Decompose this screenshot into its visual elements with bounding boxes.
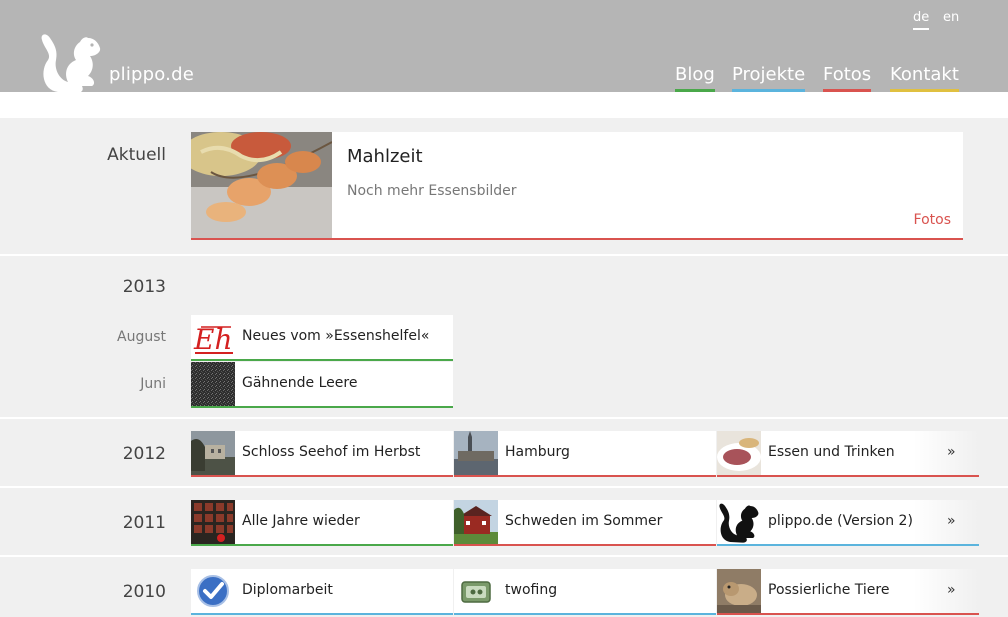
entry-label[interactable]: Schloss Seehof im Herbst — [242, 444, 420, 460]
entry-label[interactable]: Possierliche Tiere — [768, 582, 889, 598]
featured-card[interactable]: Mahlzeit Noch mehr Essensbilder Fotos — [191, 132, 963, 240]
castle-photo-thumbnail — [191, 431, 235, 475]
year-2013: 2013 — [122, 277, 166, 297]
more-2011-link[interactable]: » — [947, 513, 956, 529]
nav-projekte[interactable]: Projekte — [732, 64, 806, 92]
entry-possierliche-tiere[interactable]: Possierliche Tiere — [717, 569, 979, 615]
advent-calendar-thumbnail — [191, 500, 235, 544]
entry-twofing[interactable]: twofing — [454, 569, 716, 615]
entry-label[interactable]: Alle Jahre wieder — [242, 513, 360, 529]
section-divider — [0, 417, 1008, 419]
entry-essen-und-trinken[interactable]: Essen und Trinken — [717, 431, 979, 477]
more-2010-link[interactable]: » — [947, 582, 956, 598]
entry-label[interactable]: Essen und Trinken — [768, 444, 895, 460]
entry-label[interactable]: twofing — [505, 582, 557, 598]
entry-label[interactable]: Diplomarbeit — [242, 582, 333, 598]
eh-logo-icon: Eh — [191, 315, 235, 359]
featured-subtitle: Noch mehr Essensbilder — [347, 183, 517, 199]
entry-essenshelfel[interactable]: Eh Neues vom »Essenshelfel« — [191, 315, 453, 361]
entry-plippo-version-2[interactable]: plippo.de (Version 2) — [717, 500, 979, 546]
year-2010: 2010 — [122, 582, 166, 602]
language-en-link[interactable]: en — [943, 10, 959, 28]
month-juni: Juni — [140, 376, 166, 392]
touchpad-icon — [454, 569, 498, 613]
squirrel-icon — [717, 500, 761, 544]
entry-label[interactable]: plippo.de (Version 2) — [768, 513, 913, 529]
featured-category[interactable]: Fotos — [914, 212, 951, 228]
svg-text:Eh: Eh — [193, 323, 232, 356]
month-august: August — [117, 329, 166, 345]
entry-label[interactable]: Neues vom »Essenshelfel« — [242, 328, 429, 344]
entry-hamburg[interactable]: Hamburg — [454, 431, 716, 477]
section-divider — [0, 555, 1008, 557]
current-heading: Aktuell — [107, 145, 166, 165]
entry-diplomarbeit[interactable]: Diplomarbeit — [191, 569, 453, 615]
section-divider — [0, 254, 1008, 256]
nav-kontakt[interactable]: Kontakt — [890, 64, 959, 92]
year-2011: 2011 — [122, 513, 166, 533]
hamburg-photo-thumbnail — [454, 431, 498, 475]
animal-photo-thumbnail — [717, 569, 761, 613]
sweden-house-thumbnail — [454, 500, 498, 544]
food-photo-thumbnail — [717, 431, 761, 475]
entry-schloss-seehof[interactable]: Schloss Seehof im Herbst — [191, 431, 453, 477]
language-de-link[interactable]: de — [913, 10, 930, 30]
noise-thumbnail — [191, 362, 235, 406]
nav-fotos[interactable]: Fotos — [823, 64, 872, 92]
skewer-photo-thumbnail[interactable] — [191, 132, 332, 238]
nav-blog[interactable]: Blog — [675, 64, 715, 92]
entry-alle-jahre-wieder[interactable]: Alle Jahre wieder — [191, 500, 453, 546]
header-divider — [0, 92, 1008, 118]
entry-label[interactable]: Hamburg — [505, 444, 570, 460]
entry-label[interactable]: Schweden im Sommer — [505, 513, 662, 529]
year-2012: 2012 — [122, 444, 166, 464]
entry-schweden-im-sommer[interactable]: Schweden im Sommer — [454, 500, 716, 546]
site-header: plippo.de de en Blog Projekte Fotos Kont… — [0, 0, 1008, 94]
entry-gaehnende-leere[interactable]: Gähnende Leere — [191, 362, 453, 408]
entry-label[interactable]: Gähnende Leere — [242, 375, 357, 391]
checkmark-badge-icon — [191, 569, 235, 613]
featured-title[interactable]: Mahlzeit — [347, 146, 423, 167]
more-2012-link[interactable]: » — [947, 444, 956, 460]
section-divider — [0, 486, 1008, 488]
site-name[interactable]: plippo.de — [109, 64, 194, 85]
squirrel-logo-icon[interactable] — [38, 30, 104, 94]
